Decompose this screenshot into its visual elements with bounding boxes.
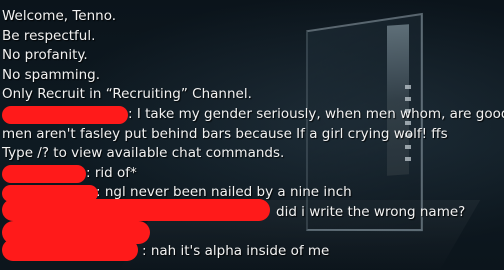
redacted-username: [2, 164, 86, 183]
chat-line-rule-respect: Be respectful.: [2, 27, 96, 44]
chat-message-text: did i write the wrong name?: [276, 203, 466, 220]
chat-message-1: : I take my gender seriously, when men w…: [0, 105, 504, 125]
chat-line-welcome: Welcome, Tenno.: [2, 8, 117, 24]
chat-message-4: did i write the wrong name?: [0, 198, 504, 223]
chat-line-rule-recruit: Only Recruit in “Recruiting” Channel.: [2, 86, 252, 103]
redacted-username: [2, 198, 270, 221]
chat-message-2: : rid of*: [0, 164, 504, 184]
chat-message-text: : nah it's alpha inside of me: [142, 243, 330, 260]
chat-message-text: : rid of*: [86, 164, 137, 181]
redacted-username: [2, 105, 128, 124]
redacted-username: [2, 239, 138, 262]
chat-message-1-continued: men aren't fasley put behind bars becaus…: [2, 125, 448, 142]
chat-message-text: : I take my gender seriously, when men w…: [128, 105, 504, 122]
chat-line-rule-profanity: No profanity.: [2, 47, 88, 64]
chat-line-help: Type /? to view available chat commands.: [2, 145, 285, 162]
chat-log: Welcome, Tenno. Be respectful. No profan…: [0, 7, 504, 262]
chat-message-5: : nah it's alpha inside of me: [0, 239, 504, 262]
chat-line-rule-spam: No spamming.: [2, 66, 100, 83]
